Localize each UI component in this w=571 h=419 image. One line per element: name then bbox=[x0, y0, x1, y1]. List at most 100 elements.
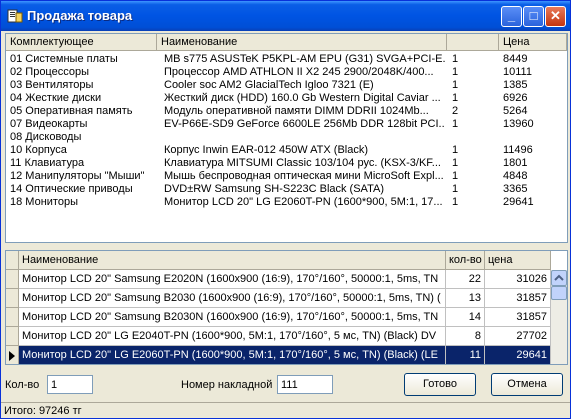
grid-name-cell[interactable]: Монитор LCD 20" Samsung B2030N (1600x900… bbox=[19, 308, 446, 327]
qty-input[interactable] bbox=[47, 375, 93, 394]
grid-col-header-qty[interactable]: кол-во bbox=[446, 251, 485, 270]
row-indicator[interactable] bbox=[6, 270, 19, 289]
col-header-qty[interactable] bbox=[447, 34, 499, 50]
name-cell: Корпус Inwin EAR-012 450W ATX (Black) bbox=[164, 144, 368, 156]
qty-cell: 1 bbox=[452, 196, 459, 208]
grid-name-cell[interactable]: Монитор LCD 20" LG E2060T-PN (1600*900, … bbox=[19, 346, 446, 364]
grid-price-cell[interactable]: 31857 bbox=[485, 308, 551, 327]
list-item[interactable]: 12 Манипуляторы "Мыши" Мышь беспроводная… bbox=[6, 170, 567, 183]
price-cell: 6926 bbox=[503, 92, 528, 104]
grid-price-cell[interactable]: 31026 bbox=[485, 270, 551, 289]
component-cell: 07 Видеокарты bbox=[10, 118, 88, 130]
minimize-button[interactable]: _ bbox=[501, 6, 522, 27]
qty-cell: 1 bbox=[452, 79, 459, 91]
grid-qty-cell[interactable]: 22 bbox=[446, 270, 485, 289]
grid-col-header-name[interactable]: Наименование bbox=[19, 251, 446, 270]
table-row[interactable]: Монитор LCD 20" Samsung B2030 (1600x900 … bbox=[6, 289, 551, 308]
list-item[interactable]: 05 Оперативная память Модуль оперативной… bbox=[6, 105, 567, 118]
row-indicator[interactable] bbox=[6, 346, 19, 364]
name-cell: Клавиатура MITSUMI Classic 103/104 рус. … bbox=[164, 157, 441, 169]
grid-qty-cell[interactable]: 14 bbox=[446, 308, 485, 327]
list-item[interactable]: 10 Корпуса Корпус Inwin EAR-012 450W ATX… bbox=[6, 144, 567, 157]
cancel-button[interactable]: Отмена bbox=[491, 373, 563, 396]
table-row[interactable]: Монитор LCD 20" Samsung E2020N (1600x900… bbox=[6, 270, 551, 289]
qty-cell: 2 bbox=[452, 105, 459, 117]
price-cell: 5264 bbox=[503, 105, 528, 117]
qty-cell: 1 bbox=[452, 92, 459, 104]
row-indicator[interactable] bbox=[6, 327, 19, 346]
app-icon bbox=[7, 9, 23, 23]
table-row[interactable]: Монитор LCD 20" Samsung B2030N (1600x900… bbox=[6, 308, 551, 327]
close-button[interactable]: ✕ bbox=[545, 6, 566, 27]
price-cell: 1801 bbox=[503, 157, 528, 169]
list-item[interactable]: 11 Клавиатура Клавиатура MITSUMI Classic… bbox=[6, 157, 567, 170]
name-cell: Модуль оперативной памяти DIMM DDRII 102… bbox=[164, 105, 429, 117]
component-cell: 02 Процессоры bbox=[10, 66, 89, 78]
title-bar[interactable]: Продажа товара _ □ ✕ bbox=[1, 1, 570, 31]
grid-name-cell[interactable]: Монитор LCD 20" Samsung E2020N (1600x900… bbox=[19, 270, 446, 289]
grid-name-cell[interactable]: Монитор LCD 20" Samsung B2030 (1600x900 … bbox=[19, 289, 446, 308]
row-indicator[interactable] bbox=[6, 289, 19, 308]
scroll-up-button[interactable] bbox=[551, 270, 567, 286]
components-list[interactable]: Комплектующее Наименование Цена 01 Систе… bbox=[5, 33, 568, 243]
component-cell: 10 Корпуса bbox=[10, 144, 67, 156]
name-cell: Монитор LCD 20" LG E2060T-PN (1600*900, … bbox=[164, 196, 443, 208]
name-cell: Cooler soc AM2 GlacialTech Igloo 7321 (E… bbox=[164, 79, 374, 91]
col-header-component[interactable]: Комплектующее bbox=[6, 34, 157, 50]
price-cell: 13960 bbox=[503, 118, 534, 130]
table-row-selected[interactable]: Монитор LCD 20" LG E2060T-PN (1600*900, … bbox=[6, 346, 551, 364]
list-item[interactable]: 03 Вентиляторы Cooler soc AM2 GlacialTec… bbox=[6, 79, 567, 92]
maximize-button[interactable]: □ bbox=[523, 6, 544, 27]
qty-cell: 1 bbox=[452, 157, 459, 169]
chevron-up-icon bbox=[554, 274, 564, 281]
products-grid[interactable]: Наименование кол-во цена Монитор LCD 20"… bbox=[5, 250, 568, 365]
component-cell: 12 Манипуляторы "Мыши" bbox=[10, 170, 145, 182]
component-cell: 11 Клавиатура bbox=[10, 157, 85, 169]
grid-price-cell[interactable]: 29641 bbox=[485, 346, 551, 364]
qty-cell: 1 bbox=[452, 118, 459, 130]
grid-col-header-price[interactable]: цена bbox=[485, 251, 551, 270]
qty-cell: 1 bbox=[452, 144, 459, 156]
name-cell: MB s775 ASUSTeK P5KPL-AM EPU (G31) SVGA+… bbox=[164, 53, 445, 65]
qty-cell: 1 bbox=[452, 53, 459, 65]
list-item[interactable]: 02 Процессоры Процессор AMD ATHLON II X2… bbox=[6, 66, 567, 79]
list-item[interactable]: 08 Дисководы bbox=[6, 131, 567, 144]
grid-name-cell[interactable]: Монитор LCD 20" LG E2040T-PN (1600*900, … bbox=[19, 327, 446, 346]
list-item[interactable]: 14 Оптические приводы DVD±RW Samsung SH-… bbox=[6, 183, 567, 196]
invoice-number-input[interactable] bbox=[277, 375, 333, 394]
list-item[interactable]: 18 Мониторы Монитор LCD 20" LG E2060T-PN… bbox=[6, 196, 567, 209]
list-item[interactable]: 07 Видеокарты EV-P66E-SD9 GeForce 6600LE… bbox=[6, 118, 567, 131]
scroll-thumb[interactable] bbox=[551, 286, 567, 300]
component-cell: 04 Жесткие диски bbox=[10, 92, 102, 104]
price-cell: 11496 bbox=[503, 144, 533, 156]
price-cell: 3365 bbox=[503, 183, 528, 195]
component-cell: 18 Мониторы bbox=[10, 196, 78, 208]
list-item[interactable]: 04 Жесткие диски Жесткий диск (HDD) 160.… bbox=[6, 92, 567, 105]
col-header-name[interactable]: Наименование bbox=[157, 34, 447, 50]
qty-cell: 1 bbox=[452, 170, 459, 182]
grid-price-cell[interactable]: 27702 bbox=[485, 327, 551, 346]
table-row[interactable]: Монитор LCD 20" LG E2040T-PN (1600*900, … bbox=[6, 327, 551, 346]
grid-price-cell[interactable]: 31857 bbox=[485, 289, 551, 308]
vertical-scrollbar[interactable] bbox=[551, 270, 567, 364]
name-cell: DVD±RW Samsung SH-S223C Black (SATA) bbox=[164, 183, 384, 195]
sale-window: Продажа товара _ □ ✕ Комплектующее Наиме… bbox=[0, 0, 571, 419]
current-row-arrow-icon bbox=[9, 351, 15, 361]
grid-qty-cell[interactable]: 13 bbox=[446, 289, 485, 308]
grid-qty-cell[interactable]: 11 bbox=[446, 346, 485, 364]
done-button[interactable]: Готово bbox=[404, 373, 476, 396]
window-title: Продажа товара bbox=[27, 8, 133, 23]
component-cell: 01 Системные платы bbox=[10, 53, 118, 65]
component-cell: 05 Оперативная память bbox=[10, 105, 133, 117]
price-cell: 10111 bbox=[503, 66, 532, 78]
grid-qty-cell[interactable]: 8 bbox=[446, 327, 485, 346]
col-header-price[interactable]: Цена bbox=[499, 34, 567, 50]
list-item[interactable]: 01 Системные платы MB s775 ASUSTeK P5KPL… bbox=[6, 53, 567, 66]
invoice-number-label: Номер накладной bbox=[181, 379, 273, 391]
row-indicator[interactable] bbox=[6, 308, 19, 327]
maximize-icon: □ bbox=[529, 8, 538, 23]
component-cell: 03 Вентиляторы bbox=[10, 79, 94, 91]
component-cell: 14 Оптические приводы bbox=[10, 183, 133, 195]
name-cell: Процессор AMD ATHLON II X2 245 2900/2048… bbox=[164, 66, 434, 78]
qty-cell: 1 bbox=[452, 183, 459, 195]
